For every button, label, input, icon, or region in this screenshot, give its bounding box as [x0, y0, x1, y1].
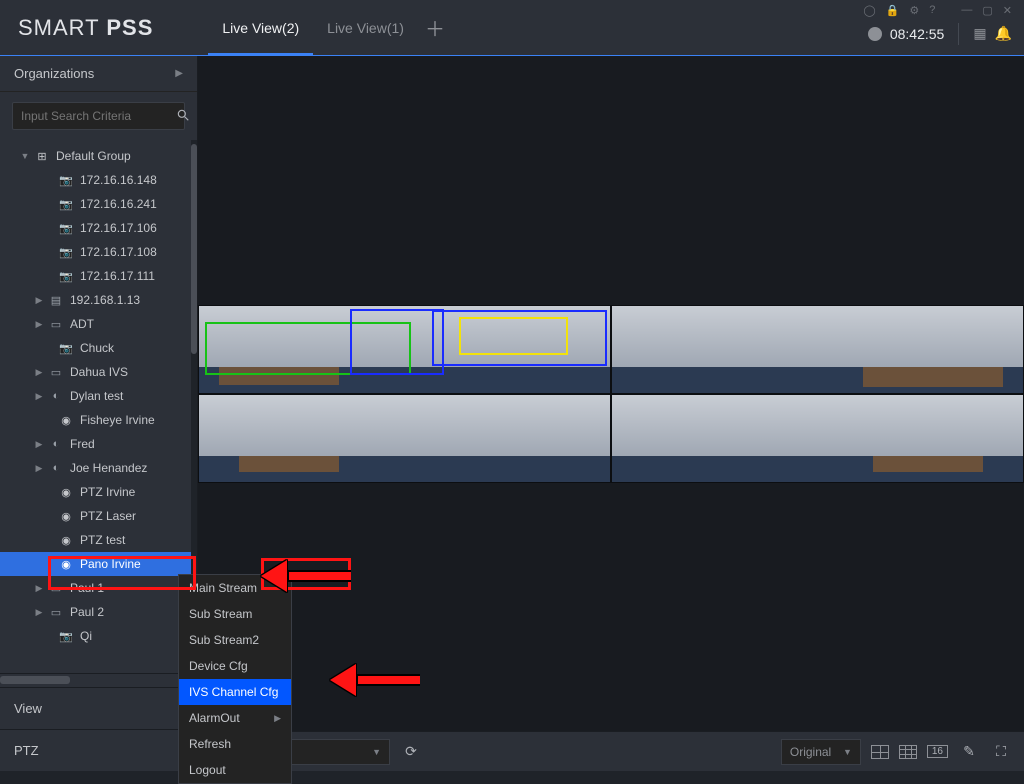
tab-liveview-2[interactable]: Live View(2) — [208, 0, 313, 55]
clock-text: 08:42:55 — [890, 26, 945, 42]
bottom-toolbar: ▼ ⟳ Original ▼ 16 ✎ ⛶ — [198, 731, 1024, 771]
ptz-panel-header[interactable]: PTZ — [0, 729, 197, 771]
tree-item[interactable]: ▶▭Dahua IVS — [0, 360, 197, 384]
organizations-label: Organizations — [14, 66, 94, 81]
cpu-icon[interactable]: ▦ — [973, 25, 986, 42]
context-menu-item[interactable]: Refresh — [179, 731, 291, 757]
aspect-value: Original — [790, 745, 831, 759]
titlebar: SMART PSS Live View(2) Live View(1) ＋ ◯ … — [0, 0, 1024, 55]
search-icon[interactable] — [176, 108, 190, 125]
context-menu-item[interactable]: Sub Stream2 — [179, 627, 291, 653]
fullscreen-icon[interactable]: ⛶ — [990, 743, 1012, 760]
tree-item[interactable]: 📷172.16.17.106 — [0, 216, 197, 240]
tree-item[interactable]: 📷172.16.16.148 — [0, 168, 197, 192]
viewport: ▼ ⟳ Original ▼ 16 ✎ ⛶ — [198, 56, 1024, 771]
chevron-down-icon: ▼ — [843, 747, 852, 757]
chevron-right-icon: ▶ — [175, 68, 183, 79]
tree-item[interactable]: 📷Qi — [0, 624, 197, 648]
tree-item[interactable]: 📷172.16.17.108 — [0, 240, 197, 264]
tree-item[interactable]: ▶▭Paul 1 — [0, 576, 197, 600]
context-menu-item[interactable]: Device Cfg — [179, 653, 291, 679]
context-menu-item[interactable]: Logout — [179, 757, 291, 783]
search-box[interactable] — [12, 102, 185, 130]
context-menu-item[interactable]: Main Stream — [179, 575, 291, 601]
tree-item[interactable]: ◉PTZ Laser — [0, 504, 197, 528]
tree-item[interactable]: ◉Fisheye Irvine — [0, 408, 197, 432]
context-menu: Main StreamSub StreamSub Stream2Device C… — [178, 574, 292, 784]
bell-icon[interactable]: 🔔 — [995, 25, 1012, 42]
tree-item[interactable]: 📷172.16.17.111 — [0, 264, 197, 288]
ivs-overlay-box — [459, 317, 568, 355]
video-tile-4[interactable] — [611, 394, 1024, 483]
tree-item[interactable]: ▶▭ADT — [0, 312, 197, 336]
tree-item[interactable]: 📷Chuck — [0, 336, 197, 360]
context-menu-item[interactable]: AlarmOut▶ — [179, 705, 291, 731]
grid-4-icon[interactable] — [871, 745, 889, 759]
tree-item[interactable]: ▶◐Fred — [0, 432, 197, 456]
tree-root[interactable]: ▼⊞Default Group — [0, 144, 197, 168]
tree-item[interactable]: 📷172.16.16.241 — [0, 192, 197, 216]
video-tile-2[interactable] — [611, 305, 1024, 394]
clock-area: 08:42:55 ▦ 🔔 — [868, 23, 1012, 45]
tree-item[interactable]: ◉PTZ test — [0, 528, 197, 552]
tree-item[interactable]: ▶▤192.168.1.13 — [0, 288, 197, 312]
add-tab-button[interactable]: ＋ — [418, 0, 452, 55]
context-menu-item[interactable]: IVS Channel Cfg — [179, 679, 291, 705]
refresh-icon[interactable]: ⟳ — [400, 743, 422, 760]
search-input[interactable] — [21, 109, 176, 123]
video-tile-3[interactable] — [198, 394, 611, 483]
ivs-overlay-box — [350, 309, 444, 375]
sidebar: Organizations ▶ ▼⊞Default Group📷172.16.1… — [0, 56, 198, 771]
app-logo: SMART PSS — [18, 15, 153, 41]
tree-scrollbar-thumb[interactable] — [191, 144, 197, 354]
grid-9-icon[interactable] — [899, 745, 917, 759]
edit-icon[interactable]: ✎ — [958, 743, 980, 760]
context-menu-item[interactable]: Sub Stream — [179, 601, 291, 627]
status-dot-icon — [868, 27, 882, 41]
device-tree: ▼⊞Default Group📷172.16.16.148📷172.16.16.… — [0, 140, 197, 673]
video-grid[interactable] — [198, 56, 1024, 731]
tree-item[interactable]: ▶◐Dylan test — [0, 384, 197, 408]
tree-item[interactable]: ◉Pano Irvine — [0, 552, 197, 576]
tab-strip: Live View(2) Live View(1) ＋ — [208, 0, 452, 55]
view-panel-header[interactable]: View — [0, 687, 197, 729]
tree-item[interactable]: ▶◐Joe Henandez — [0, 456, 197, 480]
chevron-down-icon: ▼ — [372, 747, 381, 757]
tree-item[interactable]: ◉PTZ Irvine — [0, 480, 197, 504]
aspect-dropdown[interactable]: Original ▼ — [781, 739, 861, 765]
organizations-header[interactable]: Organizations ▶ — [0, 56, 197, 92]
tab-liveview-1[interactable]: Live View(1) — [313, 0, 418, 55]
tree-hscroll[interactable] — [0, 673, 197, 687]
grid-16-button[interactable]: 16 — [927, 745, 948, 758]
tree-hscroll-thumb[interactable] — [0, 676, 70, 684]
tree-item[interactable]: ▶▭Paul 2 — [0, 600, 197, 624]
